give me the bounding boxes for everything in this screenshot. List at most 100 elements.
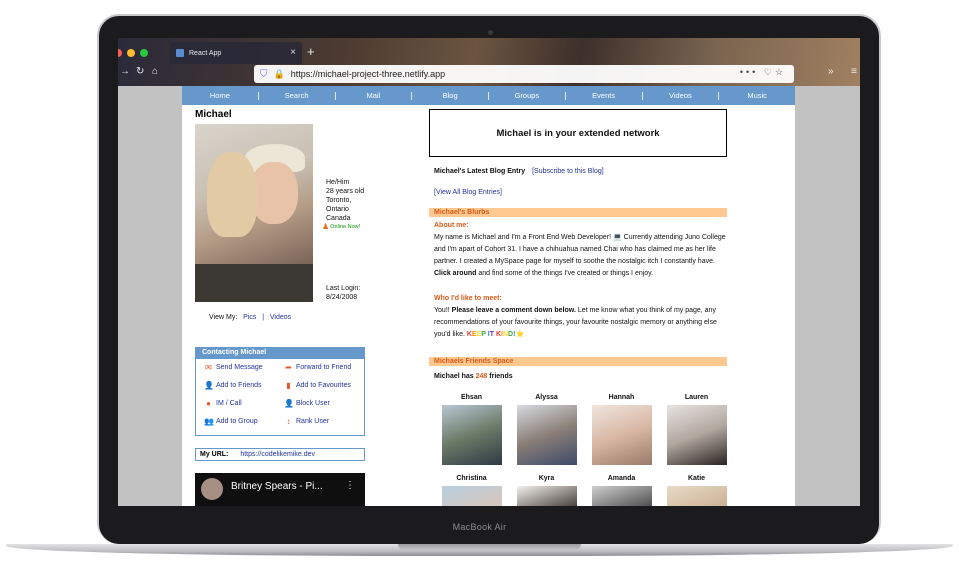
view-all-blog-link[interactable]: [View All Blog Entries] (434, 189, 502, 196)
about-text-part-1: My name is Michael and I'm a Front End W… (434, 234, 726, 265)
friend-count-prefix: Michael has (434, 373, 476, 380)
videos-link[interactable]: Videos (270, 314, 291, 321)
nav-videos[interactable]: Videos (643, 91, 719, 100)
extended-network-text: Michael is in your extended network (496, 127, 660, 139)
home-icon[interactable]: ⌂ (152, 66, 158, 77)
pics-link[interactable]: Pics (243, 314, 256, 321)
friend-card[interactable]: Christina (434, 475, 509, 506)
bookmark-star-icon[interactable]: ☆ (775, 67, 786, 77)
menu-icon[interactable]: ≡ (851, 66, 857, 77)
browser-tab[interactable]: React App × (170, 42, 302, 64)
profile-name: Michael (195, 109, 232, 120)
page-background: Home Search Mail Blog Groups Events Vide… (118, 86, 860, 506)
friend-name[interactable]: Alyssa (509, 394, 584, 404)
friend-photo[interactable] (516, 486, 577, 506)
nav-groups[interactable]: Groups (489, 91, 565, 100)
friend-count: Michael has 248 friends (434, 373, 513, 380)
meet-bold: Please leave a comment down below. (451, 307, 576, 314)
close-window-icon[interactable] (118, 49, 122, 57)
device-label: MacBook Air (452, 522, 507, 532)
my-url-label: My URL: (200, 451, 229, 458)
video-menu-icon[interactable]: ⋮ (345, 480, 355, 491)
profile-page: Home Search Mail Blog Groups Events Vide… (182, 86, 795, 506)
friend-card[interactable]: Katie (659, 475, 734, 506)
friend-card[interactable]: Hannah (584, 394, 659, 465)
maximize-window-icon[interactable] (140, 49, 148, 57)
reload-icon[interactable]: ↻ (136, 66, 144, 77)
nav-blog[interactable]: Blog (412, 91, 488, 100)
address-bar[interactable]: ⛉ 🔒 https://michael-project-three.netlif… (254, 65, 794, 83)
friend-count-number[interactable]: 248 (476, 373, 488, 380)
last-login-date: 8/24/2008 (326, 294, 358, 301)
minimize-window-icon[interactable] (127, 49, 135, 57)
navigation-toolbar: → ↻ ⌂ ⛉ 🔒 https://michael-project-three.… (118, 63, 860, 85)
im-call-label: IM / Call (216, 400, 242, 407)
im-call-button[interactable]: ● IM / Call (204, 399, 284, 408)
contact-box: Contacting Michael ✉ Send Message ➦ Forwar… (195, 347, 365, 436)
youtube-embed[interactable]: Britney Spears - Pi... ⋮ (195, 473, 365, 506)
nav-music[interactable]: Music (719, 91, 795, 100)
my-url-link[interactable]: https://codelikemike.dev (240, 451, 315, 458)
rank-user-button[interactable]: ↕ Rank User (284, 417, 370, 426)
friend-name[interactable]: Amanda (584, 475, 659, 485)
about-me-text: My name is Michael and I'm a Front End W… (434, 232, 729, 280)
friend-photo[interactable] (666, 405, 727, 465)
about-text-part-2: and find some of the things I've created… (476, 270, 654, 277)
video-title[interactable]: Britney Spears - Pi... (231, 481, 323, 492)
contact-title: Contacting Michael (196, 348, 364, 359)
nav-events[interactable]: Events (566, 91, 642, 100)
friend-card[interactable]: Amanda (584, 475, 659, 506)
profile-photo[interactable] (195, 124, 313, 302)
friend-name[interactable]: Hannah (584, 394, 659, 404)
friend-photo[interactable] (591, 405, 652, 465)
friend-name[interactable]: Christina (434, 475, 509, 485)
screen: React App × + → ↻ ⌂ ⛉ 🔒 https://michael-… (118, 38, 860, 506)
friend-count-suffix: friends (487, 373, 513, 380)
nav-search[interactable]: Search (259, 91, 335, 100)
city: Toronto, (326, 197, 352, 204)
friend-card[interactable]: Ehsan (434, 394, 509, 465)
block-user-icon: 👤 (284, 399, 294, 408)
send-message-button[interactable]: ✉ Send Message (204, 363, 284, 372)
latest-blog-label: Michael's Latest Blog Entry (434, 168, 526, 175)
laptop-notch (398, 544, 581, 550)
view-my-label: View My: (209, 314, 238, 321)
envelope-icon: ✉ (205, 363, 212, 372)
friend-name[interactable]: Lauren (659, 394, 734, 404)
back-arrow-icon[interactable]: → (120, 66, 130, 77)
friend-card[interactable]: Kyra (509, 475, 584, 506)
add-to-friends-button[interactable]: 👤 Add to Friends (204, 381, 284, 390)
channel-avatar (201, 478, 223, 500)
contact-grid: ✉ Send Message ➦ Forward to Friend 👤 Add to… (196, 359, 364, 426)
new-tab-button[interactable]: + (307, 44, 315, 59)
browser-chrome: React App × + → ↻ ⌂ ⛉ 🔒 https://michael-… (118, 38, 860, 86)
friend-name[interactable]: Ehsan (434, 394, 509, 404)
add-to-group-button[interactable]: 👥 Add to Group (204, 417, 284, 426)
page-actions[interactable]: ••• ♡☆ (740, 67, 786, 78)
tab-close-icon[interactable]: × (290, 47, 296, 58)
block-user-button[interactable]: 👤 Block User (284, 399, 370, 408)
pocket-icon[interactable]: ♡ (764, 67, 775, 77)
forward-to-friend-button[interactable]: ➦ Forward to Friend (284, 363, 370, 372)
friend-photo[interactable] (441, 486, 502, 506)
friend-photo[interactable] (591, 486, 652, 506)
group-icon: 👥 (204, 417, 214, 426)
send-message-label: Send Message (216, 364, 263, 371)
friend-name[interactable]: Katie (659, 475, 734, 485)
friend-photo[interactable] (516, 405, 577, 465)
latest-blog-line: Michael's Latest Blog Entry [Subscribe t… (434, 168, 604, 175)
meet-text: You!! Please leave a comment down below.… (434, 305, 729, 341)
extensions-chevron-icon[interactable]: » (828, 66, 834, 77)
nav-mail[interactable]: Mail (336, 91, 412, 100)
friend-name[interactable]: Kyra (509, 475, 584, 485)
nav-home[interactable]: Home (182, 91, 258, 100)
friend-photo[interactable] (441, 405, 502, 465)
friend-photo[interactable] (666, 486, 727, 506)
friend-card[interactable]: Lauren (659, 394, 734, 465)
friend-card[interactable]: Alyssa (509, 394, 584, 465)
subscribe-link[interactable]: [Subscribe to this Blog] (532, 168, 604, 175)
overflow-menu-icon[interactable]: ••• (740, 67, 758, 77)
top-navigation: Home Search Mail Blog Groups Events Vide… (182, 86, 795, 105)
star-icon: ⭐ (515, 331, 525, 338)
add-to-favourites-button[interactable]: ▮ Add to Favourites (284, 381, 370, 390)
